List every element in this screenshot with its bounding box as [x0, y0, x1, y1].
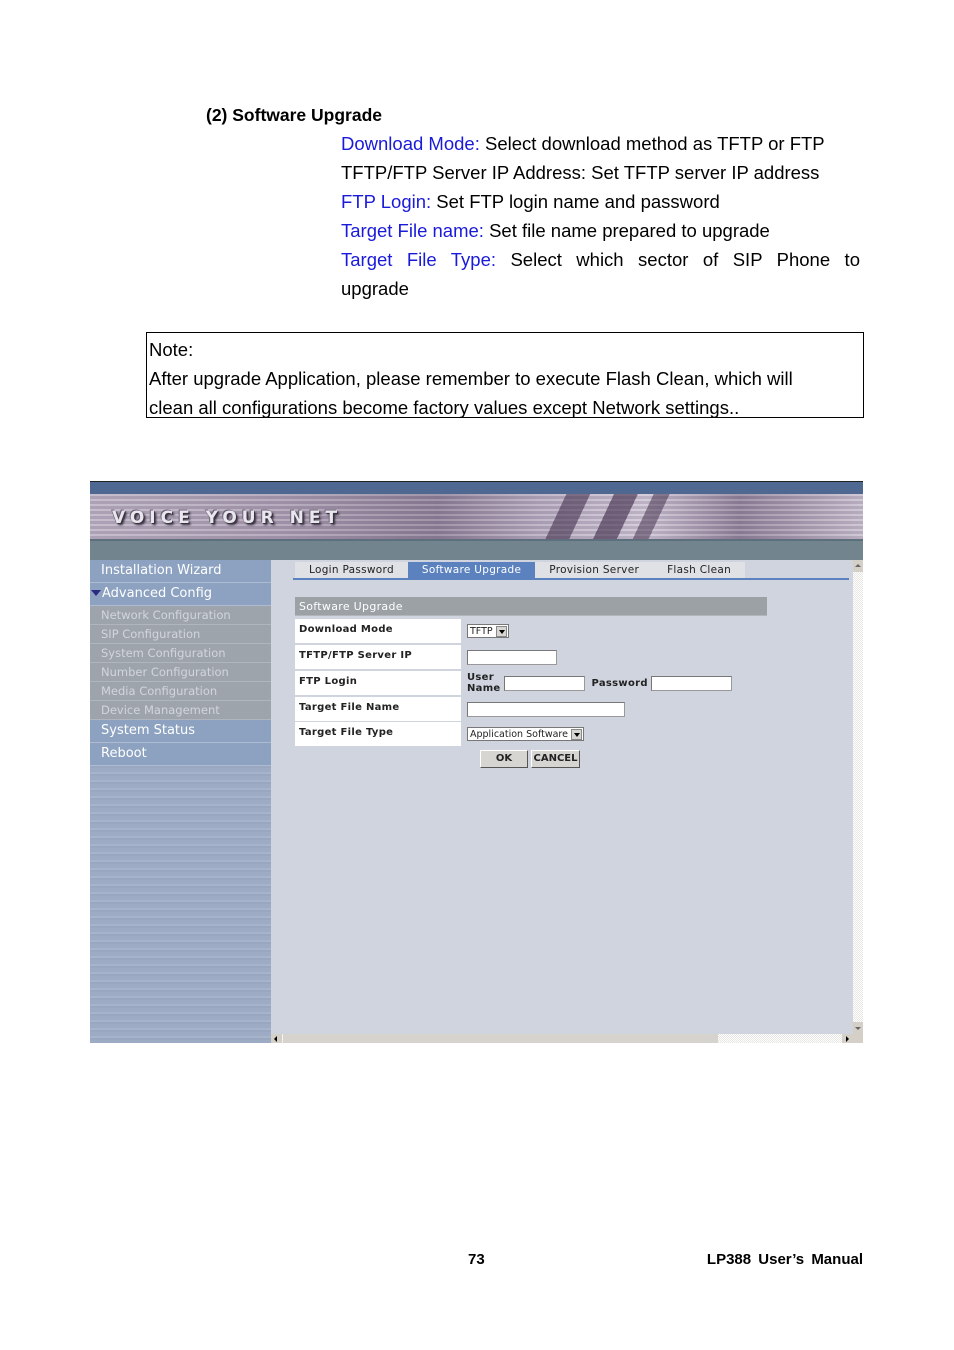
server-ip-input[interactable]	[467, 649, 557, 665]
desc-key: TFTP/FTP Server IP Address:	[341, 162, 587, 183]
tab-flash-clean[interactable]: Flash Clean	[653, 562, 745, 578]
desc-text: Set FTP login name and password	[431, 191, 720, 212]
sidebar-item-media-configuration[interactable]: Media Configuration	[90, 682, 271, 701]
download-mode-select[interactable]: TFTP	[467, 624, 509, 638]
ok-button[interactable]: OK	[480, 750, 528, 768]
sidebar-item-label: Number Configuration	[101, 665, 229, 679]
desc-text: Select download method as TFTP or FTP	[479, 133, 825, 154]
tab-underline	[293, 578, 849, 580]
vertical-scrollbar[interactable]	[853, 560, 863, 1034]
desc-key: Target File Type:	[341, 249, 497, 270]
tab-login-password[interactable]: Login Password	[295, 562, 408, 578]
sidebar-item-device-management[interactable]: Device Management	[90, 701, 271, 720]
desc-download-mode: Download Mode: Select download method as…	[341, 129, 860, 158]
ftp-login-label: FTP Login	[295, 671, 461, 695]
desc-text: Select which sector of SIP Phone to	[496, 249, 860, 270]
tab-bar: Login Password Software Upgrade Provisio…	[295, 562, 746, 578]
sidebar-item-reboot[interactable]: Reboot	[90, 743, 271, 766]
content-area: Login Password Software Upgrade Provisio…	[271, 560, 853, 1034]
target-file-name-label: Target File Name	[295, 697, 461, 721]
download-mode-label: Download Mode	[295, 619, 461, 643]
sidebar-item-label: System Status	[101, 723, 196, 738]
username-label: User Name	[467, 672, 501, 694]
desc-key: FTP Login:	[341, 191, 432, 212]
sidebar-item-label: Installation Wizard	[101, 563, 222, 578]
note-line-1: After upgrade Application, please rememb…	[149, 368, 793, 389]
desc-target-file-type: Target File Type: Select which sector of…	[341, 245, 860, 274]
sidebar-item-label: System Configuration	[101, 646, 226, 660]
sidebar-item-label: SIP Configuration	[101, 627, 201, 641]
note-title: Note:	[149, 339, 194, 360]
desc-server-ip: TFTP/FTP Server IP Address: Set TFTP ser…	[341, 158, 860, 187]
page-number: 73	[468, 1251, 485, 1268]
scroll-up-icon[interactable]	[853, 560, 863, 572]
server-ip-label: TFTP/FTP Server IP Address	[295, 645, 461, 683]
sidebar-item-installation-wizard[interactable]: Installation Wizard	[90, 560, 271, 583]
target-file-name-input[interactable]	[467, 701, 625, 717]
triangle-down-icon	[91, 590, 101, 596]
target-file-type-select[interactable]: Application Software	[467, 727, 584, 741]
desc-ftp-login: FTP Login: Set FTP login name and passwo…	[341, 187, 860, 216]
password-label: Password	[591, 677, 648, 689]
password-input[interactable]	[650, 675, 732, 691]
horizontal-scrollbar[interactable]	[271, 1034, 853, 1043]
desc-key: Target File name:	[341, 220, 484, 241]
sidebar-item-sip-configuration[interactable]: SIP Configuration	[90, 625, 271, 644]
sidebar-item-label: Advanced Config	[102, 586, 213, 601]
scroll-down-icon[interactable]	[853, 1022, 863, 1034]
dropdown-arrow-icon	[571, 728, 582, 740]
select-value: TFTP	[470, 625, 493, 637]
target-file-type-label: Target File Type	[295, 722, 461, 746]
desc-text: Set TFTP server IP address	[586, 162, 820, 183]
desc-target-file-type-continued: upgrade	[341, 278, 409, 299]
username-input[interactable]	[503, 675, 585, 691]
scroll-left-icon[interactable]	[271, 1034, 282, 1043]
sidebar-item-number-configuration[interactable]: Number Configuration	[90, 663, 271, 682]
sidebar-item-system-configuration[interactable]: System Configuration	[90, 644, 271, 663]
tab-provision-server[interactable]: Provision Server	[535, 562, 653, 578]
sidebar-item-system-status[interactable]: System Status	[90, 720, 271, 743]
logo: VOICE YOUR NET	[112, 508, 343, 528]
scrollbar-corner	[853, 1034, 863, 1043]
note-box: Note: After upgrade Application, please …	[146, 332, 864, 418]
desc-target-file-name: Target File name: Set file name prepared…	[341, 216, 860, 245]
dropdown-arrow-icon	[496, 625, 507, 637]
tab-software-upgrade[interactable]: Software Upgrade	[407, 562, 536, 578]
sub-bar	[90, 539, 863, 560]
sidebar-item-label: Reboot	[101, 746, 147, 761]
web-ui-screenshot: VOICE YOUR NET Installation Wizard Advan…	[90, 481, 863, 1043]
sidebar-item-label: Media Configuration	[101, 684, 218, 698]
banner: VOICE YOUR NET	[90, 494, 863, 539]
top-strip	[90, 482, 863, 494]
sidebar-item-advanced-config[interactable]: Advanced Config	[90, 583, 271, 606]
manual-title: LP388 User’s Manual	[706, 1251, 863, 1268]
section-heading: (2) Software Upgrade	[206, 105, 382, 125]
scroll-right-icon[interactable]	[842, 1034, 853, 1043]
note-line-2: clean all configurations become factory …	[149, 397, 740, 418]
scroll-thumb[interactable]	[283, 1034, 718, 1043]
sidebar-item-label: Device Management	[101, 703, 220, 717]
cancel-button[interactable]: CANCEL	[531, 750, 580, 768]
select-value: Application Software	[470, 728, 568, 740]
sidebar-item-network-configuration[interactable]: Network Configuration	[90, 606, 271, 625]
sidebar: Installation Wizard Advanced Config Netw…	[90, 560, 271, 1043]
desc-key: Download Mode:	[341, 133, 480, 154]
desc-text: Set file name prepared to upgrade	[483, 220, 770, 241]
section-header: Software Upgrade	[295, 597, 767, 616]
sidebar-item-label: Network Configuration	[101, 608, 231, 622]
